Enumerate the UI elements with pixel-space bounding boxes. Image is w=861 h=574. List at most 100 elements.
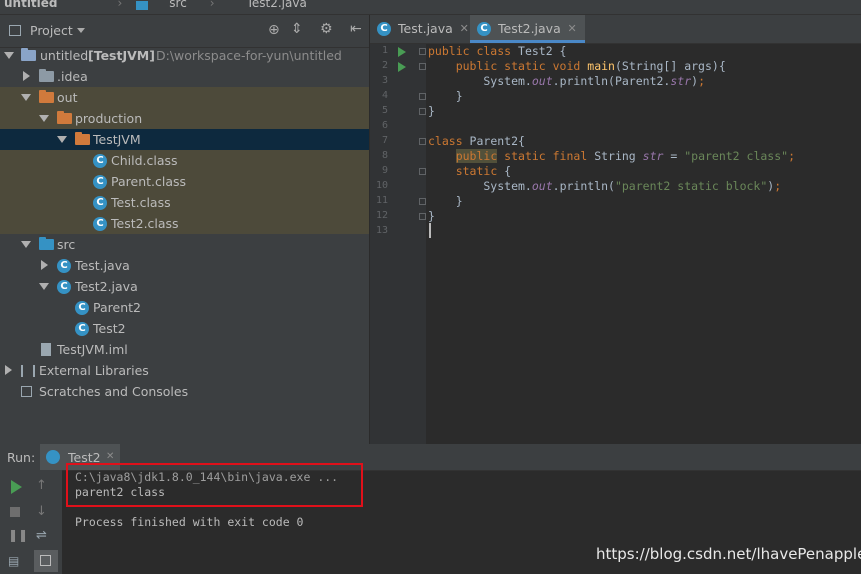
run-toolbar: ↑ ↓ ❚❚ ⇌ ▤ [0, 470, 62, 574]
tree-item-testjvm-iml[interactable]: TestJVM.iml [0, 339, 369, 360]
layout-icon[interactable]: ▤ [8, 554, 28, 574]
project-panel-title[interactable]: Project [30, 23, 73, 38]
code-line-1: public class Test2 { [428, 44, 567, 58]
java-class-icon: C [477, 22, 491, 36]
chevron-down-icon[interactable] [39, 283, 49, 290]
line-number: 12 [375, 210, 388, 221]
collapse-all-icon[interactable]: ⇕ [291, 21, 303, 37]
pause-icon[interactable]: ❚❚ [8, 528, 28, 548]
close-icon[interactable]: ✕ [460, 15, 469, 43]
tree-item-test2-class[interactable]: C Test2.class [0, 213, 369, 234]
line-number: 1 [381, 45, 388, 56]
rerun-icon[interactable] [8, 478, 28, 498]
chevron-down-icon[interactable] [21, 94, 31, 101]
tree-item-out[interactable]: out [0, 87, 369, 108]
chevron-right-icon[interactable] [41, 260, 48, 270]
gear-icon[interactable]: ⚙ [320, 21, 333, 37]
editor-tabs: C Test.java ✕ C Test2.java ✕ [370, 15, 861, 44]
tree-label: TestJVM.iml [57, 342, 128, 357]
line-number: 9 [381, 165, 388, 176]
run-gutter-icon[interactable] [398, 47, 406, 57]
chevron-right-icon[interactable] [5, 365, 12, 375]
chevron-down-icon[interactable] [21, 241, 31, 248]
tree-label: src [57, 237, 76, 252]
watermark: https://blog.csdn.net/lhavePenapple [596, 545, 861, 563]
source-folder-icon [39, 237, 54, 250]
down-arrow-icon[interactable]: ↓ [36, 504, 56, 524]
soft-wrap-icon[interactable]: ⇌ [36, 528, 56, 548]
code-line-5: } [428, 104, 435, 118]
fold-icon[interactable] [419, 168, 426, 175]
chevron-right-icon: › [117, 0, 123, 10]
fold-icon[interactable] [419, 63, 426, 70]
tree-item-src[interactable]: src [0, 234, 369, 255]
tree-item-untitled[interactable]: untitled [TestJVM] D:\workspace-for-yun\… [0, 45, 369, 66]
tree-item-testjvm[interactable]: TestJVM [0, 129, 369, 150]
tree-item-scratches[interactable]: Scratches and Consoles [0, 381, 369, 402]
code-line-12: } [428, 209, 435, 223]
code-line-9: static { [455, 164, 512, 178]
class-file-icon: C [93, 175, 107, 189]
line-number: 3 [381, 75, 388, 86]
fold-icon[interactable] [419, 213, 426, 220]
tree-item-idea[interactable]: .idea [0, 66, 369, 87]
excluded-folder-icon [57, 111, 72, 124]
chevron-down-icon[interactable] [39, 115, 49, 122]
stop-icon[interactable] [8, 504, 28, 524]
tree-label: Parent.class [111, 174, 187, 189]
close-icon[interactable]: ✕ [568, 15, 577, 43]
chevron-down-icon[interactable] [4, 52, 14, 59]
line-number: 4 [381, 90, 388, 101]
tree-label: production [75, 111, 143, 126]
excluded-folder-icon [39, 90, 54, 103]
tree-label: TestJVM [93, 132, 141, 147]
code-line-4: } [428, 89, 463, 103]
library-icon [21, 365, 35, 377]
tree-label: untitled [40, 48, 89, 63]
breadcrumb-project[interactable]: untitled [4, 0, 58, 10]
tree-item-production[interactable]: production [0, 108, 369, 129]
tree-item-test2-java[interactable]: C Test2.java [0, 276, 369, 297]
tree-item-test-class[interactable]: C Test.class [0, 192, 369, 213]
tree-item-parent-class[interactable]: C Parent.class [0, 171, 369, 192]
tree-item-child-class[interactable]: C Child.class [0, 150, 369, 171]
class-file-icon: C [93, 217, 107, 231]
module-file-icon [41, 343, 51, 356]
line-number: 11 [375, 195, 388, 206]
fold-icon[interactable] [419, 198, 426, 205]
class-icon: C [75, 322, 89, 336]
chevron-right-icon: › [209, 0, 215, 10]
code-line-7: class Parent2{ [428, 134, 525, 148]
tree-item-parent2[interactable]: C Parent2 [0, 297, 369, 318]
chevron-down-icon[interactable] [57, 136, 67, 143]
tree-label: Test.java [75, 258, 130, 273]
java-class-icon: C [57, 259, 71, 273]
text-caret [429, 223, 431, 238]
tree-label: External Libraries [39, 363, 149, 378]
breadcrumb: untitled › src › Test2.java [0, 0, 861, 15]
tree-item-external-libraries[interactable]: External Libraries [0, 360, 369, 381]
scroll-to-end-icon[interactable] [34, 550, 58, 572]
breadcrumb-folder[interactable]: src [169, 0, 187, 10]
run-gutter-icon[interactable] [398, 62, 406, 72]
tree-label: Scratches and Consoles [39, 384, 189, 399]
fold-icon[interactable] [419, 48, 426, 55]
tree-label: Parent2 [93, 300, 141, 315]
code-line-10: System.out.println("parent2 static block… [428, 179, 782, 193]
fold-icon[interactable] [419, 138, 426, 145]
tree-item-test2[interactable]: C Test2 [0, 318, 369, 339]
code-line-2: public static void main(String[] args){ [455, 59, 726, 73]
chevron-down-icon[interactable] [77, 28, 85, 33]
locate-icon[interactable]: ⊕ [268, 22, 280, 38]
close-icon[interactable]: ✕ [106, 451, 114, 462]
fold-icon[interactable] [419, 93, 426, 100]
tree-item-test-java[interactable]: C Test.java [0, 255, 369, 276]
tab-test2-java[interactable]: C Test2.java ✕ [470, 15, 585, 43]
fold-icon[interactable] [419, 108, 426, 115]
breadcrumb-file[interactable]: Test2.java [247, 0, 307, 10]
up-arrow-icon[interactable]: ↑ [36, 478, 56, 498]
tab-test-java[interactable]: C Test.java ✕ [370, 15, 477, 43]
hide-panel-icon[interactable]: ⇤ [350, 21, 362, 37]
chevron-right-icon[interactable] [23, 71, 30, 81]
code-area[interactable]: public class Test2 { public static void … [428, 44, 861, 444]
